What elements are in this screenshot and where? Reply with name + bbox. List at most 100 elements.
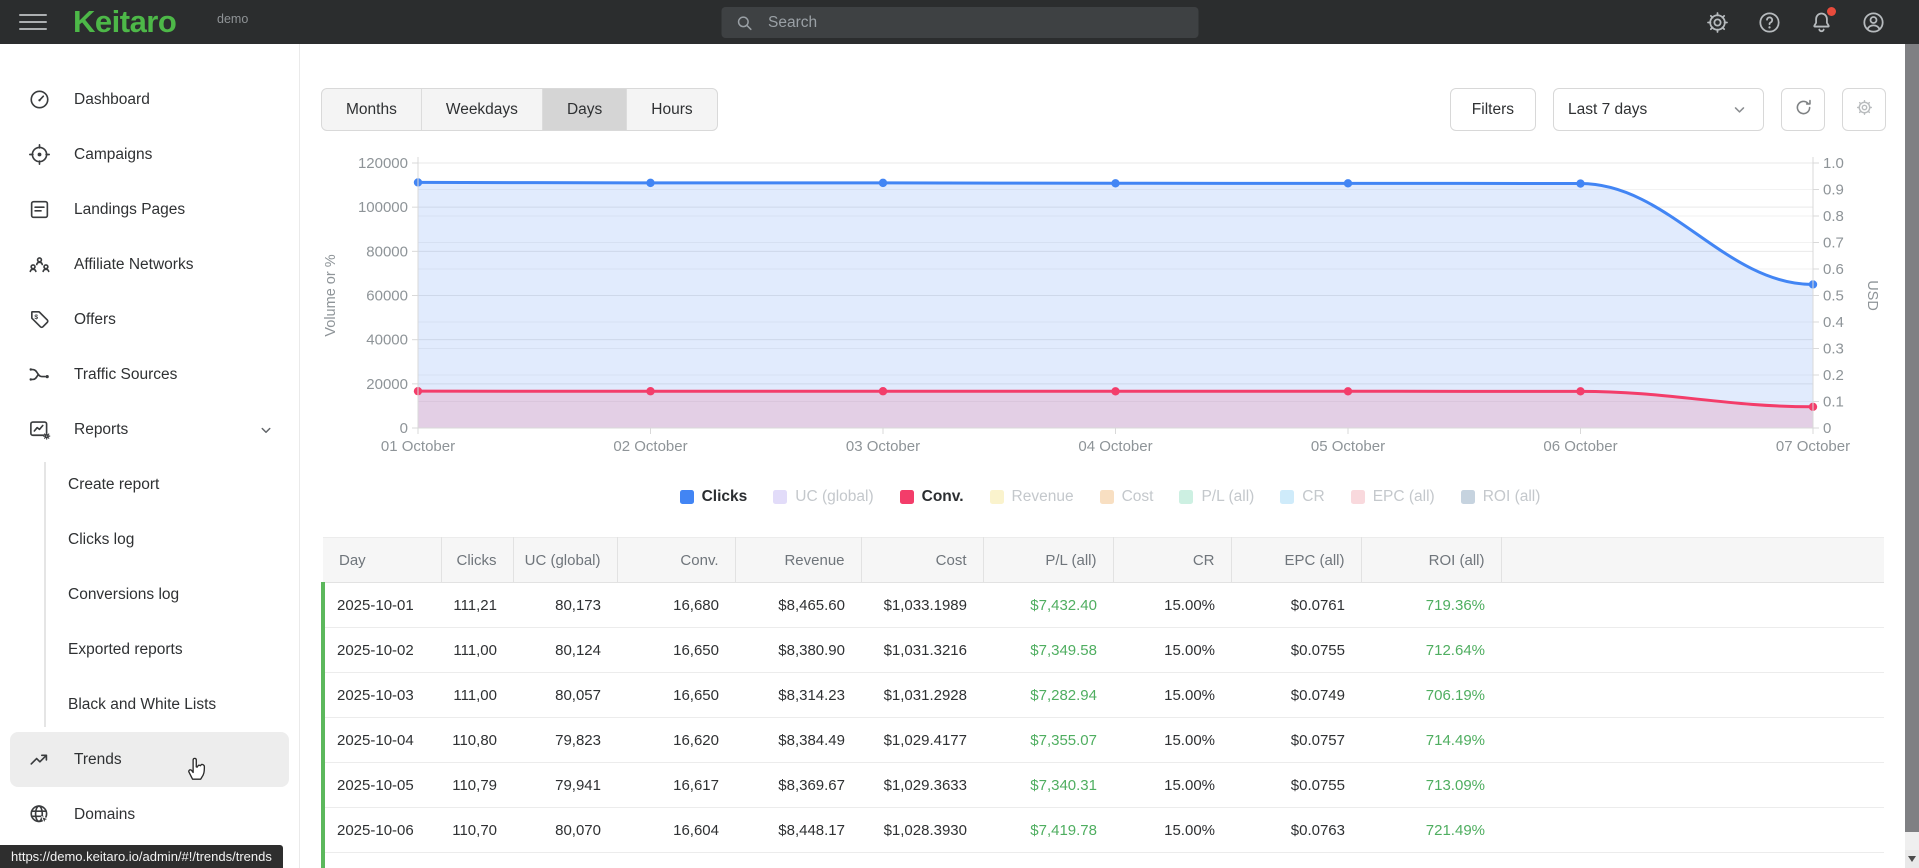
- cell-conv: 16,680: [617, 582, 735, 628]
- column-header-cr: CR: [1113, 537, 1232, 583]
- table-row: 2025-10-06 110,70 80,070 16,604 $8,448.17 $1,…: [321, 807, 1884, 853]
- chevron-down-icon: [1730, 100, 1749, 119]
- sidebar-subitem-conversions-log[interactable]: Conversions log: [0, 567, 299, 622]
- svg-text:0.5: 0.5: [1823, 288, 1844, 305]
- svg-text:1.0: 1.0: [1823, 155, 1844, 172]
- svg-text:$: $: [34, 314, 38, 321]
- cell-day: 2025-10-03: [321, 672, 441, 718]
- column-header-day: Day: [323, 537, 442, 583]
- hamburger-menu-icon[interactable]: [19, 0, 47, 44]
- environment-label: demo: [217, 12, 249, 26]
- column-header-revenue: Revenue: [735, 537, 862, 583]
- sidebar-item-label: Landings Pages: [74, 200, 186, 218]
- cell-cr: 15.00%: [1113, 672, 1231, 718]
- cell-spacer: [1501, 717, 1884, 763]
- legend-item-cr[interactable]: CR: [1280, 488, 1325, 506]
- legend-label: CR: [1302, 488, 1325, 505]
- sidebar-subitem-clicks-log[interactable]: Clicks log: [0, 512, 299, 567]
- svg-text:20000: 20000: [366, 376, 408, 393]
- cell-epc-all: $0.0749: [1231, 672, 1361, 718]
- cell-day: 2025-10-05: [321, 762, 441, 808]
- table-row: 2025-10-0744,4944,4576,649$3,364.21$417.…: [321, 852, 1884, 868]
- sidebar-item-trends[interactable]: Trends: [10, 732, 289, 787]
- settings-gear-icon[interactable]: [1705, 10, 1730, 35]
- landings-pages-icon: [27, 198, 51, 221]
- status-url-tooltip: https://demo.keitaro.io/admin/#!/trends/…: [0, 845, 283, 868]
- legend-label: Clicks: [701, 488, 748, 505]
- svg-text:0.6: 0.6: [1823, 261, 1844, 278]
- trends-chart: 0 20000 40000 60000 80000 100000 120000 0 0.1 0.2…: [323, 155, 1880, 455]
- scrollbar-down-button[interactable]: [1905, 850, 1919, 868]
- sidebar-item-affiliate-networks[interactable]: Affiliate Networks: [0, 237, 299, 292]
- legend-item-epc-all[interactable]: EPC (all): [1350, 488, 1435, 506]
- svg-text:07 October: 07 October: [1776, 438, 1850, 455]
- legend-swatch: [1280, 490, 1295, 504]
- legend-item-clicks[interactable]: Clicks: [679, 488, 748, 506]
- date-range-value: Last 7 days: [1568, 100, 1648, 118]
- legend-item-p-l-all[interactable]: P/L (all): [1179, 488, 1254, 506]
- sidebar-subitem-create-report[interactable]: Create report: [0, 457, 299, 512]
- tab-weekdays[interactable]: Weekdays: [422, 89, 543, 130]
- svg-text:0: 0: [400, 420, 408, 437]
- column-header-epc-all: EPC (all): [1231, 537, 1362, 583]
- sidebar-item-campaigns[interactable]: Campaigns: [0, 127, 299, 182]
- search-input[interactable]: [766, 12, 1185, 33]
- legend-item-uc-global[interactable]: UC (global): [773, 488, 874, 506]
- global-search[interactable]: [721, 7, 1198, 38]
- cell-spacer: [1501, 807, 1884, 853]
- sidebar-item-dashboard[interactable]: Dashboard: [0, 72, 299, 127]
- vertical-scrollbar[interactable]: [1905, 44, 1919, 868]
- sidebar-item-label: Offers: [74, 310, 116, 328]
- chart-settings-button[interactable]: [1842, 88, 1886, 131]
- notifications-bell-icon[interactable]: [1809, 6, 1836, 35]
- tab-days[interactable]: Days: [542, 89, 628, 130]
- account-icon[interactable]: [1861, 10, 1886, 35]
- legend-item-roi-all[interactable]: ROI (all): [1460, 488, 1540, 506]
- sidebar-sublist: Create report Clicks log Conversions log Ex…: [0, 457, 299, 732]
- svg-text:0: 0: [1823, 420, 1831, 437]
- date-range-select[interactable]: Last 7 days: [1553, 88, 1764, 131]
- topbar-icons: [1705, 0, 1886, 44]
- cell-roi-all: 706.31%: [1361, 852, 1501, 868]
- cell-cost: $1,029.4177: [861, 717, 983, 763]
- cell-roi-all: 712.64%: [1361, 627, 1501, 673]
- legend-swatch: [1350, 490, 1365, 504]
- cell-conv: 16,650: [617, 627, 735, 673]
- legend-item-conv[interactable]: Conv.: [899, 488, 964, 506]
- sidebar-item-label: Domains: [74, 805, 136, 823]
- cell-epc-all: $0.0757: [1231, 717, 1361, 763]
- app-root: Keitaro demo Search Dashboard Campaigns …: [0, 0, 1919, 868]
- cell-clicks: 44,49: [441, 852, 513, 868]
- svg-text:40000: 40000: [366, 332, 408, 349]
- legend-item-revenue[interactable]: Revenue: [989, 488, 1074, 506]
- sidebar-item-traffic-sources[interactable]: Traffic Sources: [0, 347, 299, 402]
- filters-button[interactable]: Filters: [1449, 88, 1536, 131]
- offers-icon: $: [27, 308, 51, 331]
- sidebar-item-reports[interactable]: Reports: [0, 402, 299, 457]
- sidebar-subitem-black-and-white-lists[interactable]: Black and White Lists: [0, 677, 299, 732]
- help-icon[interactable]: [1757, 10, 1782, 35]
- legend-item-cost[interactable]: Cost: [1099, 488, 1153, 506]
- cell-cr: 15.00%: [1113, 807, 1231, 853]
- legend-label: Revenue: [1011, 488, 1074, 505]
- scrollbar-thumb[interactable]: [1905, 44, 1919, 832]
- tab-months[interactable]: Months: [322, 89, 422, 130]
- cell-conv: 6,649: [617, 852, 735, 868]
- domains-icon: [27, 803, 51, 826]
- svg-text:05 October: 05 October: [1311, 438, 1385, 455]
- cell-day: 2025-10-04: [321, 717, 441, 763]
- sidebar-item-label: Affiliate Networks: [74, 255, 194, 273]
- sidebar-item-offers[interactable]: $ Offers: [0, 292, 299, 347]
- sidebar-item-domains[interactable]: Domains: [0, 787, 299, 842]
- cell-revenue: $8,448.17: [735, 807, 861, 853]
- legend-swatch: [1460, 490, 1475, 504]
- tab-hours[interactable]: Hours: [627, 89, 716, 130]
- refresh-button[interactable]: [1781, 88, 1825, 131]
- cell-clicks: 111,00: [441, 672, 513, 718]
- legend-swatch: [1099, 490, 1114, 504]
- sidebar-subitem-exported-reports[interactable]: Exported reports: [0, 622, 299, 677]
- sidebar-item-label: Dashboard: [74, 90, 150, 108]
- svg-text:0.1: 0.1: [1823, 394, 1844, 411]
- cell-clicks: 110,80: [441, 717, 513, 763]
- sidebar-item-landings-pages[interactable]: Landings Pages: [0, 182, 299, 237]
